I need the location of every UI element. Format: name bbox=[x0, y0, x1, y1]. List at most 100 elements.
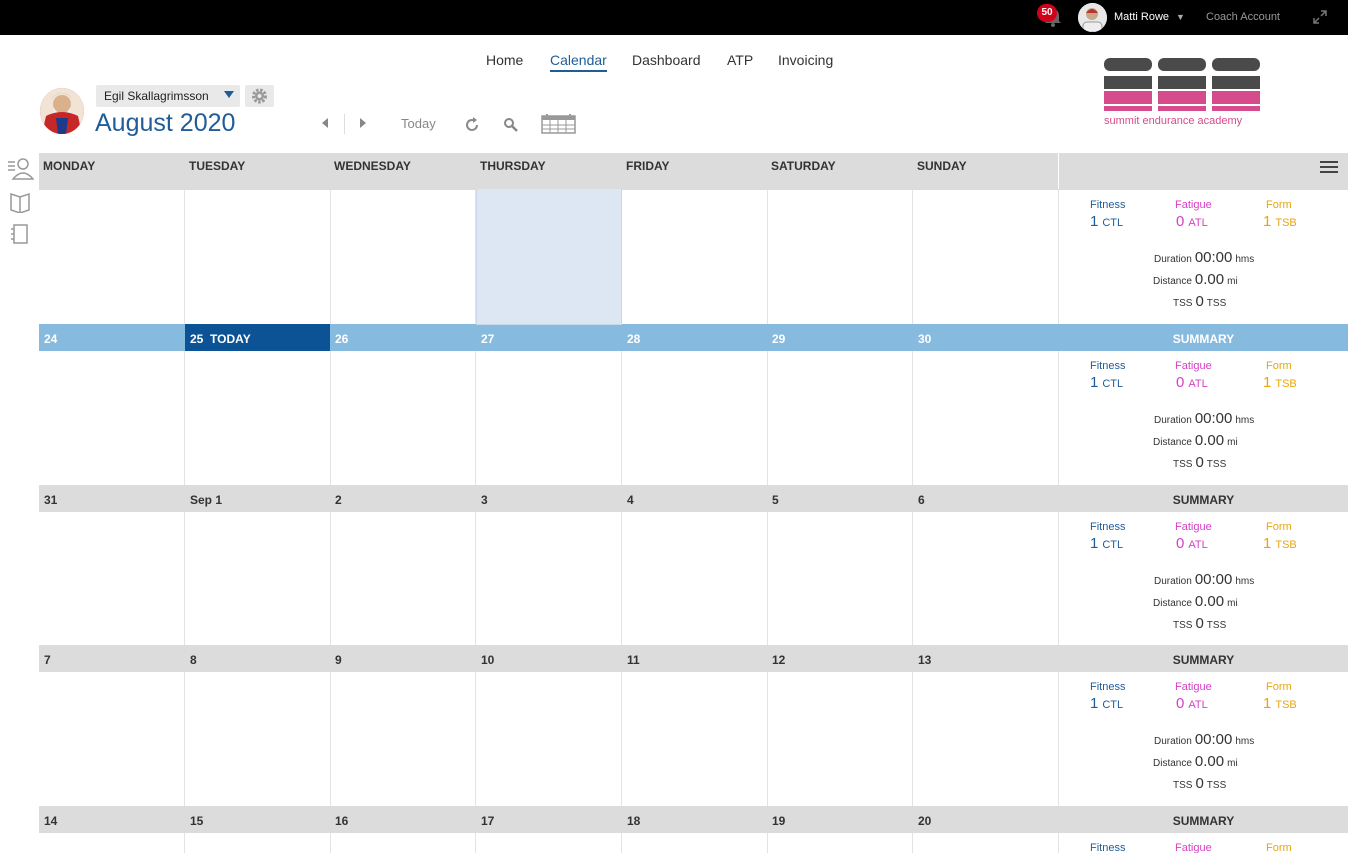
duration-row: Duration 00:00 hms bbox=[1154, 731, 1255, 748]
day-header-tuesday: TUESDAY bbox=[189, 159, 246, 173]
form-label: Form bbox=[1266, 681, 1292, 693]
day-number[interactable]: 27 bbox=[481, 332, 494, 346]
nav-invoicing[interactable]: Invoicing bbox=[778, 52, 833, 68]
current-month-title: August 2020 bbox=[95, 109, 235, 138]
athlete-settings-button[interactable] bbox=[245, 85, 274, 107]
day-header-thursday: THURSDAY bbox=[480, 159, 546, 173]
search-icon[interactable] bbox=[503, 117, 519, 133]
refresh-icon[interactable] bbox=[463, 116, 481, 134]
athlete-select[interactable]: Egil Skallagrimsson bbox=[96, 85, 240, 107]
form-value: 1 TSB bbox=[1263, 695, 1297, 712]
notification-badge[interactable]: 50 bbox=[1037, 4, 1057, 22]
calendar-view-icon[interactable] bbox=[541, 113, 576, 134]
day-number[interactable]: 31 bbox=[44, 493, 57, 507]
day-number[interactable]: 26 bbox=[335, 332, 348, 346]
user-menu-caret-icon[interactable]: ▼ bbox=[1176, 12, 1185, 22]
day-number[interactable]: 20 bbox=[918, 814, 931, 828]
chevron-down-icon bbox=[224, 91, 234, 98]
nav-calendar[interactable]: Calendar bbox=[550, 52, 607, 72]
day-number[interactable]: 18 bbox=[627, 814, 640, 828]
next-arrow-icon[interactable] bbox=[358, 117, 368, 129]
day-header-wednesday: WEDNESDAY bbox=[334, 159, 411, 173]
gear-icon bbox=[252, 88, 267, 104]
week-header-current: 24 25 TODAY 26 27 28 29 30 SUMMARY bbox=[39, 324, 1348, 351]
day-header-friday: FRIDAY bbox=[626, 159, 670, 173]
day-number[interactable]: 14 bbox=[44, 814, 57, 828]
distance-row: Distance 0.00 mi bbox=[1153, 271, 1238, 288]
week-header: 31 Sep 1 2 3 4 5 6 SUMMARY bbox=[39, 485, 1348, 512]
fitness-label: Fitness bbox=[1090, 521, 1126, 533]
nav-home[interactable]: Home bbox=[486, 52, 523, 68]
day-number[interactable]: 19 bbox=[772, 814, 785, 828]
month-name: August bbox=[95, 109, 173, 137]
tss-row: TSS 0 TSS bbox=[1173, 454, 1227, 471]
month-year: 2020 bbox=[179, 109, 236, 137]
fitness-value: 1 CTL bbox=[1090, 535, 1124, 552]
hamburger-menu-icon[interactable] bbox=[1319, 159, 1339, 175]
nav-atp[interactable]: ATP bbox=[727, 52, 753, 68]
fatigue-label: Fatigue bbox=[1175, 521, 1212, 533]
tss-row: TSS 0 TSS bbox=[1173, 615, 1227, 632]
day-number[interactable]: 11 bbox=[627, 653, 640, 667]
fatigue-value: 0 ATL bbox=[1176, 535, 1208, 552]
duration-row: Duration 00:00 hms bbox=[1154, 249, 1255, 266]
fitness-value: 1 CTL bbox=[1090, 374, 1124, 391]
previous-arrow-icon[interactable] bbox=[320, 117, 330, 129]
summary-title: SUMMARY bbox=[1172, 814, 1235, 828]
day-number[interactable]: 28 bbox=[627, 332, 640, 346]
top-bar: 50 Matti Rowe ▼ Coach Account bbox=[0, 0, 1348, 35]
expand-icon[interactable] bbox=[1312, 9, 1328, 25]
form-value: 1 TSB bbox=[1263, 535, 1297, 552]
selected-day-highlight bbox=[476, 180, 622, 325]
fatigue-label: Fatigue bbox=[1175, 360, 1212, 372]
day-number[interactable]: 29 bbox=[772, 332, 785, 346]
library-book-icon[interactable] bbox=[6, 191, 34, 213]
summary-title: SUMMARY bbox=[1172, 653, 1235, 667]
fitness-label: Fitness bbox=[1090, 681, 1126, 693]
fatigue-value: 0 ATL bbox=[1176, 213, 1208, 230]
day-number[interactable]: 15 bbox=[190, 814, 203, 828]
fatigue-label: Fatigue bbox=[1175, 842, 1212, 853]
day-number[interactable]: 4 bbox=[627, 493, 634, 507]
week-row: 7 8 9 10 11 12 13 SUMMARY Fitness Fatigu… bbox=[39, 645, 1348, 806]
week-row: 31 Sep 1 2 3 4 5 6 SUMMARY Fitness Fatig… bbox=[39, 485, 1348, 646]
distance-row: Distance 0.00 mi bbox=[1153, 432, 1238, 449]
day-number[interactable]: 17 bbox=[481, 814, 494, 828]
side-toolbar bbox=[6, 157, 36, 245]
day-header-monday: MONDAY bbox=[43, 159, 96, 173]
distance-row: Distance 0.00 mi bbox=[1153, 593, 1238, 610]
day-number[interactable]: 12 bbox=[772, 653, 785, 667]
coach-account-link[interactable]: Coach Account bbox=[1206, 11, 1280, 23]
calendar-header-row: MONDAY TUESDAY WEDNESDAY THURSDAY FRIDAY… bbox=[39, 153, 1348, 189]
day-number[interactable]: 30 bbox=[918, 332, 931, 346]
day-number[interactable]: 13 bbox=[918, 653, 931, 667]
form-label: Form bbox=[1266, 360, 1292, 372]
day-number[interactable]: 7 bbox=[44, 653, 51, 667]
day-number[interactable]: 9 bbox=[335, 653, 342, 667]
form-value: 1 TSB bbox=[1263, 374, 1297, 391]
user-name[interactable]: Matti Rowe bbox=[1114, 11, 1169, 23]
day-number[interactable]: 6 bbox=[918, 493, 925, 507]
nav-dashboard[interactable]: Dashboard bbox=[632, 52, 701, 68]
day-number[interactable]: 8 bbox=[190, 653, 197, 667]
toolbar-divider bbox=[344, 114, 345, 134]
day-number[interactable]: 16 bbox=[335, 814, 348, 828]
user-avatar[interactable] bbox=[1078, 3, 1107, 32]
summary-title: SUMMARY bbox=[1172, 332, 1235, 346]
athlete-list-icon[interactable] bbox=[6, 157, 34, 181]
fitness-value: 1 CTL bbox=[1090, 695, 1124, 712]
form-value: 1 TSB bbox=[1263, 213, 1297, 230]
day-number[interactable]: 24 bbox=[44, 332, 57, 346]
week-header: 14 15 16 17 18 19 20 SUMMARY bbox=[39, 806, 1348, 833]
day-number[interactable]: 10 bbox=[481, 653, 494, 667]
distance-row: Distance 0.00 mi bbox=[1153, 753, 1238, 770]
day-number-today[interactable]: 25 TODAY bbox=[190, 332, 251, 346]
notes-icon[interactable] bbox=[6, 223, 34, 245]
today-button[interactable]: Today bbox=[401, 116, 436, 131]
day-number[interactable]: 3 bbox=[481, 493, 488, 507]
day-number[interactable]: 5 bbox=[772, 493, 779, 507]
day-number[interactable]: Sep 1 bbox=[190, 493, 222, 507]
day-header-saturday: SATURDAY bbox=[771, 159, 836, 173]
day-number[interactable]: 2 bbox=[335, 493, 342, 507]
fatigue-label: Fatigue bbox=[1175, 681, 1212, 693]
